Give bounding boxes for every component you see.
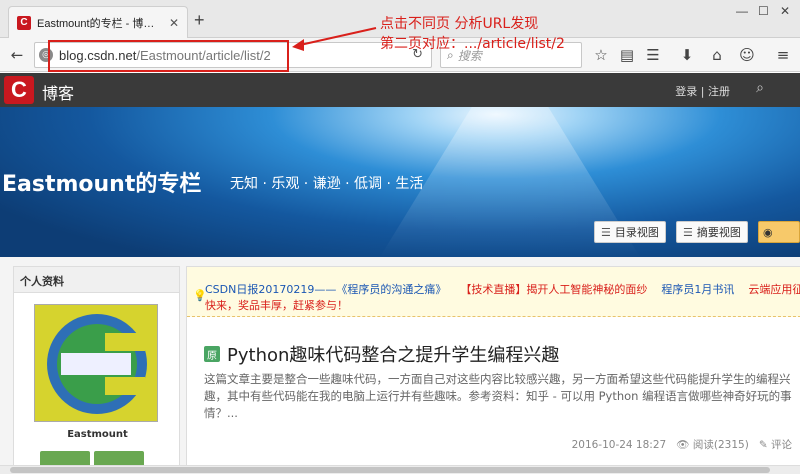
article-title[interactable]: Python趣味代码整合之提升学生编程兴趣 [227, 341, 559, 367]
profile-card: 个人资料 Eastmount [13, 266, 180, 471]
summary-icon: ☰ [683, 225, 693, 239]
blog-title[interactable]: Eastmount的专栏 [2, 166, 201, 198]
bookmark-star-icon[interactable]: ☆ [590, 44, 612, 66]
notice-item-books[interactable]: 程序员1月书讯 [661, 283, 734, 296]
notice-line2: 快来，奖品丰厚，赶紧参与！ [205, 299, 348, 312]
rss-icon: ◉ [763, 225, 773, 239]
blog-motto: 无知 · 乐观 · 谦逊 · 低调 · 生活 [230, 176, 424, 192]
close-tab-icon[interactable]: ✕ [169, 16, 179, 30]
download-icon[interactable]: ⬇ [676, 44, 698, 66]
rss-button[interactable]: ◉ [758, 221, 800, 243]
comment-icon: ✎ [758, 439, 768, 451]
article-summary: 这篇文章主要是整合一些趣味代码，一方面自己对这些内容比较感兴趣，另一方面希望这些… [204, 372, 792, 420]
catalog-view-label: 目录视图 [614, 226, 659, 239]
blog-banner: Eastmount的专栏 无知 · 乐观 · 谦逊 · 低调 · 生活 ☰ 目录… [0, 107, 800, 257]
notice-item-live[interactable]: 【技术直播】揭开人工智能神秘的面纱 [460, 283, 647, 296]
home-icon[interactable]: ⌂ [706, 44, 728, 66]
bookmarks-icon[interactable]: ☰ [642, 44, 664, 66]
tab-title: Eastmount的专栏 - 博客… [37, 17, 163, 30]
summary-view-label: 摘要视图 [696, 226, 741, 239]
page-body: 个人资料 Eastmount 💡 CSDN日报20170219——《程序员的沟通… [0, 257, 800, 474]
list-icon: ☰ [601, 225, 611, 239]
article-comments[interactable]: 评论 [771, 439, 792, 451]
avatar-e-logo-icon [35, 305, 157, 421]
csdn-favicon-icon: C [17, 15, 31, 30]
csdn-logo[interactable]: C [4, 76, 34, 104]
avatar[interactable] [34, 304, 158, 422]
original-badge: 原 [204, 346, 220, 362]
new-tab-icon[interactable]: + [194, 10, 205, 31]
notice-item-contest[interactable]: 云端应用征文大赛 [748, 283, 800, 296]
annotation-text-line2: 第二页对应：.../article/list/2 [380, 36, 565, 52]
maximize-button[interactable]: ☐ [758, 4, 769, 18]
profile-heading: 个人资料 [14, 267, 179, 293]
notice-line1: CSDN日报20170219——《程序员的沟通之痛》 【技术直播】揭开人工智能神… [205, 281, 800, 297]
browser-tab[interactable]: C Eastmount的专栏 - 博客… ✕ [8, 6, 188, 38]
scrollbar-thumb[interactable] [10, 467, 770, 473]
emoji-icon[interactable]: ☺ [736, 44, 758, 66]
article-reads[interactable]: 阅读(2315) [693, 439, 749, 451]
login-register-link[interactable]: 登录 | 注册 [675, 83, 730, 99]
article-date: 2016-10-24 18:27 [571, 439, 667, 451]
site-search-icon[interactable]: ⌕ [756, 80, 764, 96]
close-window-button[interactable]: ✕ [780, 4, 790, 18]
horizontal-scrollbar[interactable] [0, 465, 800, 474]
article-list-card: 💡 CSDN日报20170219——《程序员的沟通之痛》 【技术直播】揭开人工智… [186, 266, 800, 471]
article-meta: 2016-10-24 18:27 👁 阅读(2315) ✎ 评论 [572, 437, 792, 452]
catalog-view-button[interactable]: ☰ 目录视图 [594, 221, 666, 243]
csdn-header: C 博客 登录 | 注册 ⌕ [0, 73, 800, 107]
profile-name[interactable]: Eastmount [14, 429, 181, 440]
menu-icon[interactable]: ≡ [772, 44, 794, 66]
reading-list-icon[interactable]: ▤ [616, 44, 638, 66]
notice-bar: 💡 CSDN日报20170219——《程序员的沟通之痛》 【技术直播】揭开人工智… [187, 267, 800, 317]
eye-icon: 👁 [676, 439, 690, 451]
minimize-button[interactable]: — [736, 4, 748, 18]
back-arrow-icon[interactable]: ← [6, 44, 28, 66]
summary-view-button[interactable]: ☰ 摘要视图 [676, 221, 748, 243]
annotation-text-line1: 点击不同页 分析URL发现 [380, 16, 539, 32]
url-highlight-box [48, 40, 289, 72]
blog-section-link[interactable]: 博客 [42, 80, 74, 104]
notice-item-daily[interactable]: CSDN日报20170219——《程序员的沟通之痛》 [205, 283, 446, 296]
